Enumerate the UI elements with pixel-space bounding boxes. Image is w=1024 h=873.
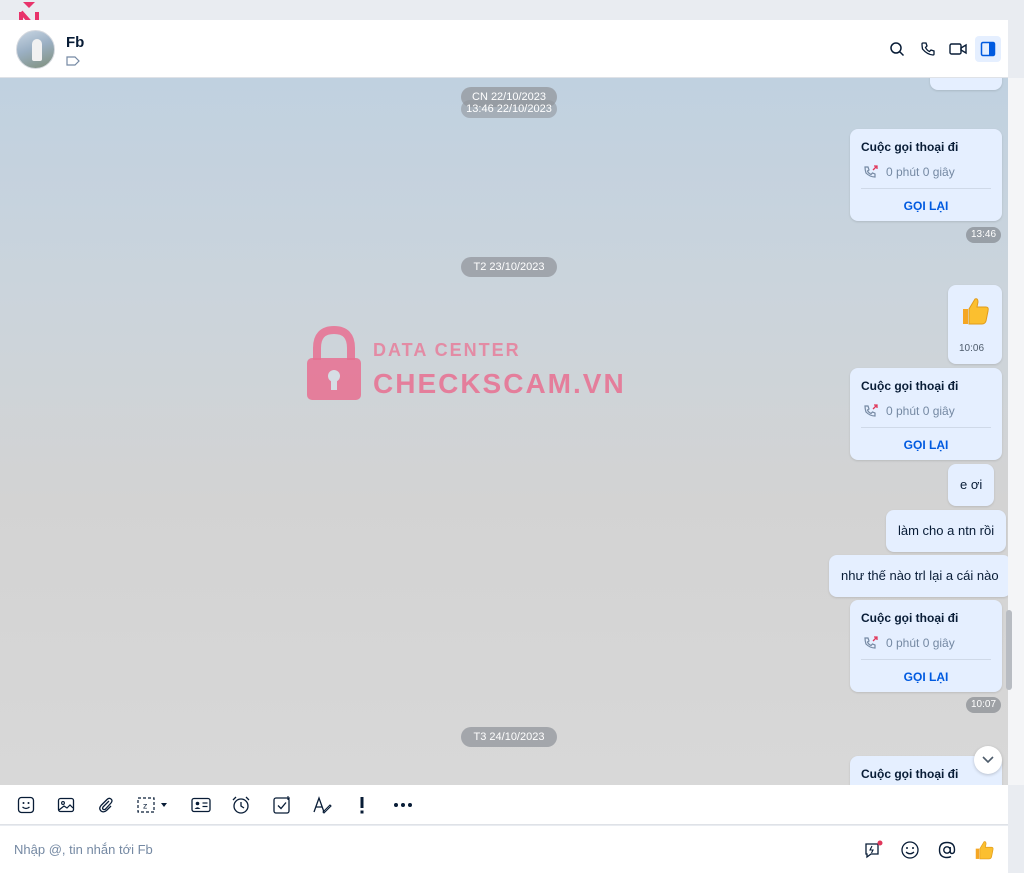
message-time: 10:06 xyxy=(959,343,985,354)
call-title: Cuộc gọi thoại đi xyxy=(861,379,959,393)
contact-name[interactable]: Fb xyxy=(66,34,84,51)
task-button[interactable] xyxy=(270,793,294,817)
label-tag-icon[interactable] xyxy=(66,56,80,66)
watermark: DATA CENTER CHECKSCAM.VN xyxy=(305,326,645,406)
search-icon xyxy=(890,42,905,57)
mark-urgent-button[interactable] xyxy=(350,793,374,817)
text-message[interactable]: như thế nào trl lại a cái nào xyxy=(829,555,1008,597)
text-message[interactable]: e ơi xyxy=(948,464,995,506)
paperclip-icon xyxy=(99,797,113,813)
message-list[interactable]: CN 22/10/2023 13:46 22/10/2023 Cuộc gọi … xyxy=(0,78,1008,785)
message-composer xyxy=(0,826,1008,873)
sticker-message[interactable]: 10:06 xyxy=(948,285,1002,364)
date-separator: T2 23/10/2023 xyxy=(461,257,557,277)
call-title: Cuộc gọi thoại đi xyxy=(861,611,959,625)
chat-app: Fb CN 22/10/2023 13:46 22/10/2023 Cuộc g… xyxy=(0,0,1024,873)
contact-card-icon xyxy=(191,797,211,813)
call-duration: 0 phút 0 giây xyxy=(886,165,955,179)
lock-icon xyxy=(307,326,361,400)
top-strip xyxy=(0,0,1024,20)
call-title: Cuộc gọi thoại đi xyxy=(861,140,959,154)
emoji-smile-icon xyxy=(901,841,919,859)
date-separator: T3 24/10/2023 xyxy=(461,727,557,747)
exclamation-icon xyxy=(360,797,364,814)
send-like-button[interactable] xyxy=(972,838,996,862)
image-button[interactable] xyxy=(54,793,78,817)
avatar[interactable] xyxy=(16,30,55,69)
outgoing-call-icon xyxy=(864,165,878,178)
voice-call-button[interactable] xyxy=(915,36,941,62)
screenshot-button[interactable]: z xyxy=(134,793,174,817)
call-back-button[interactable]: GỌI LẠI xyxy=(850,670,1002,684)
chevron-down-icon xyxy=(982,756,994,764)
reminder-button[interactable] xyxy=(229,793,253,817)
watermark-line2: CHECKSCAM.VN xyxy=(373,368,626,399)
message-bubble-partial[interactable] xyxy=(930,78,1002,90)
text-message[interactable]: làm cho a ntn rồi xyxy=(886,510,1007,552)
format-text-button[interactable] xyxy=(310,793,334,817)
call-duration: 0 phút 0 giây xyxy=(886,636,955,650)
call-duration: 0 phút 0 giây xyxy=(886,404,955,418)
sticker-icon xyxy=(17,796,35,814)
toggle-info-panel-button[interactable] xyxy=(975,36,1001,62)
message-input[interactable] xyxy=(14,836,834,862)
call-message[interactable]: Cuộc gọi thoại đi 0 phút 0 giây GỌI LẠI xyxy=(850,368,1002,460)
call-back-button[interactable]: GỌI LẠI xyxy=(850,199,1002,213)
chat-header: Fb xyxy=(0,20,1008,78)
at-sign-icon xyxy=(938,841,956,859)
divider xyxy=(861,427,991,428)
thumbs-up-icon xyxy=(963,298,989,325)
more-dots-icon xyxy=(394,803,412,807)
message-time: 13:46 xyxy=(966,227,1002,243)
more-options-button[interactable] xyxy=(391,793,415,817)
divider xyxy=(861,659,991,660)
sidebar-panel-icon xyxy=(980,41,996,57)
composer-toolbar: z xyxy=(0,785,1008,825)
video-camera-icon xyxy=(949,43,967,55)
call-message[interactable]: Cuộc gọi thoại đi 0 phút 0 giây GỌI LẠI xyxy=(850,600,1002,692)
sticker-button[interactable] xyxy=(14,793,38,817)
call-title: Cuộc gọi thoại đi xyxy=(861,767,959,781)
watermark-line1: DATA CENTER xyxy=(373,340,521,360)
alarm-clock-icon xyxy=(232,796,250,814)
quick-message-icon xyxy=(865,840,883,859)
divider xyxy=(861,188,991,189)
message-time: 10:07 xyxy=(966,697,1002,713)
emoji-button[interactable] xyxy=(898,838,922,862)
attach-file-button[interactable] xyxy=(94,793,118,817)
call-message[interactable]: Cuộc gọi thoại đi 0 phút 0 giây GỌI LẠI xyxy=(850,129,1002,221)
outgoing-call-icon xyxy=(864,636,878,649)
svg-text:z: z xyxy=(143,802,147,811)
date-separator-sub: 13:46 22/10/2023 xyxy=(461,100,557,118)
contact-card-button[interactable] xyxy=(189,793,213,817)
text-format-icon xyxy=(313,796,332,814)
scroll-to-bottom-button[interactable] xyxy=(974,746,1002,774)
outgoing-call-icon xyxy=(864,404,878,417)
phone-icon xyxy=(921,42,935,56)
quick-reply-button[interactable] xyxy=(862,838,886,862)
video-call-button[interactable] xyxy=(945,36,971,62)
call-back-button[interactable]: GỌI LẠI xyxy=(850,438,1002,452)
screenshot-icon: z xyxy=(137,797,167,813)
search-button[interactable] xyxy=(884,36,910,62)
thumbs-up-icon xyxy=(975,841,994,860)
scrollbar-thumb[interactable] xyxy=(1006,610,1012,690)
checkbox-task-icon xyxy=(273,796,290,814)
mention-button[interactable] xyxy=(935,838,959,862)
image-icon xyxy=(57,797,75,813)
